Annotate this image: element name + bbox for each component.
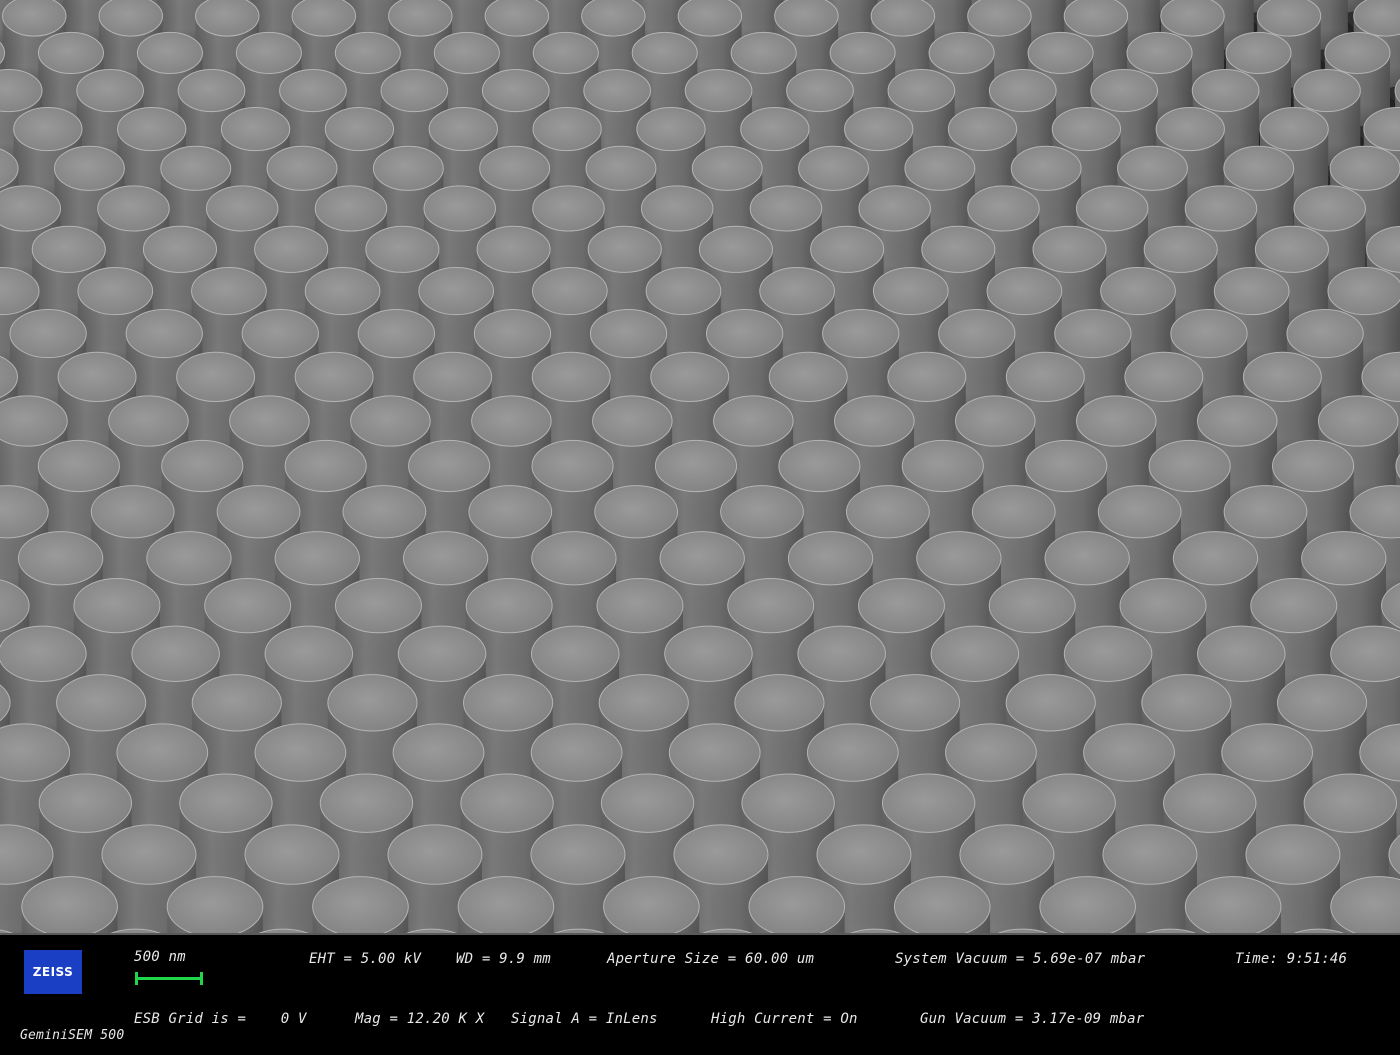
instrument-name: GeminiSEM 500 bbox=[20, 1028, 125, 1043]
zeiss-logo-text: ZEISS bbox=[32, 965, 74, 979]
eht-readout: EHT = 5.00 kV bbox=[309, 951, 422, 967]
sem-image bbox=[0, 0, 1400, 933]
signal-readout: Signal A = InLens bbox=[511, 1011, 658, 1027]
nanopillar-array bbox=[0, 0, 1400, 933]
gun-vacuum-readout: Gun Vacuum = 3.17e-09 mbar bbox=[920, 1011, 1145, 1027]
scale-bar-label: 500 nm bbox=[134, 949, 186, 965]
esb-grid-readout: ESB Grid is = 0 V bbox=[134, 1011, 307, 1027]
time-readout: Time: 9:51:46 bbox=[1235, 951, 1348, 967]
aperture-readout: Aperture Size = 60.00 um bbox=[607, 951, 815, 967]
wd-readout: WD = 9.9 mm bbox=[456, 951, 551, 967]
zeiss-logo: ZEISS bbox=[24, 950, 82, 994]
system-vacuum-readout: System Vacuum = 5.69e-07 mbar bbox=[895, 951, 1146, 967]
sem-info-bar: ZEISS 500 nm EHT = 5.00 kV WD = 9.9 mm A… bbox=[0, 933, 1400, 1055]
high-current-readout: High Current = On bbox=[711, 1011, 858, 1027]
mag-readout: Mag = 12.20 K X bbox=[355, 1011, 485, 1027]
scale-bar bbox=[135, 972, 203, 985]
